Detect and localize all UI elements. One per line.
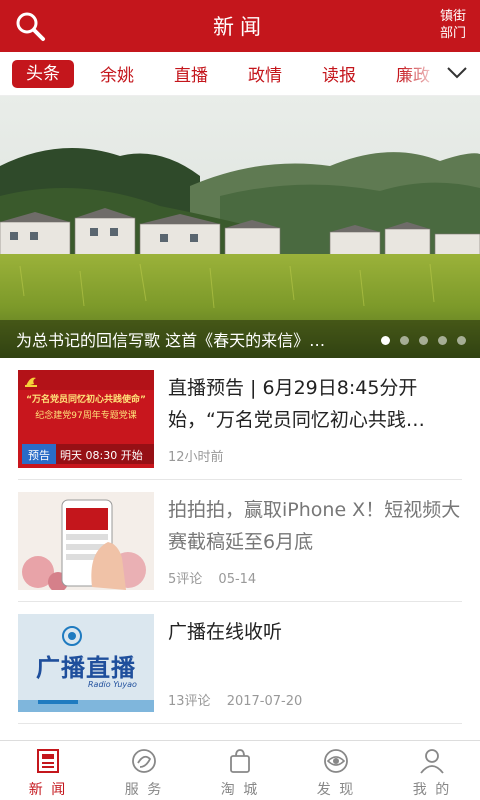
news-date: 2017-07-20: [226, 694, 303, 709]
news-info: 直播预告 | 6月29日8:45分开始，“万名党员同忆初心共践…: [168, 372, 462, 436]
tab-newspaper[interactable]: 读报: [302, 61, 376, 86]
tabbar-shop[interactable]: 淘 城: [192, 741, 288, 800]
tab-politics[interactable]: 政情: [228, 61, 302, 86]
news-time: 12小时前: [168, 450, 224, 465]
tabbar-service[interactable]: 服 务: [96, 741, 192, 800]
tabbar-label: 新 闻: [28, 782, 68, 798]
news-info: 拍拍拍，赢取iPhone X！短视频大赛截稿延至6月底: [168, 494, 462, 558]
carousel-dot[interactable]: [381, 336, 390, 345]
comment-count: 5评论: [168, 572, 203, 587]
news-item-live-preview[interactable]: “万名党员同忆初心共践使命” 纪念建党97周年专题党课 预告 明天 08:30 …: [18, 358, 462, 480]
carousel-indicator: [381, 336, 466, 345]
tab-yuyao[interactable]: 余姚: [80, 61, 154, 86]
newspaper-icon: [37, 749, 59, 773]
news-thumbnail: [18, 492, 154, 590]
news-meta: 12小时前: [168, 446, 236, 465]
tabbar-me[interactable]: 我 的: [384, 741, 480, 800]
news-item-video-contest[interactable]: 拍拍拍，赢取iPhone X！短视频大赛截稿延至6月底 5评论 05-14: [18, 480, 462, 602]
banner-caption: 为总书记的回信写歌 这首《春天的来信》…: [16, 331, 326, 350]
news-headline: 拍拍拍，赢取iPhone X！短视频大赛截稿延至6月底: [168, 499, 461, 553]
carousel-dot[interactable]: [419, 336, 428, 345]
shopping-bag-icon: [230, 749, 250, 773]
thumbnail-subtitle: 纪念建党97周年专题党课: [35, 411, 137, 421]
news-list: “万名党员同忆初心共践使命” 纪念建党97周年专题党课 预告 明天 08:30 …: [0, 358, 480, 724]
carousel-dot[interactable]: [400, 336, 409, 345]
tab-fade: [400, 52, 440, 95]
banner-carousel[interactable]: 为总书记的回信写歌 这首《春天的来信》…: [0, 96, 480, 358]
radio-logo-sub: Radio Yuyao: [88, 680, 137, 689]
user-icon: [420, 749, 444, 774]
start-time: 明天 08:30 开始: [60, 449, 143, 462]
service-icon: [132, 749, 156, 773]
comment-count: 13评论: [168, 694, 211, 709]
news-thumbnail: 广播直播 Radio Yuyao: [18, 614, 154, 712]
discover-eye-icon: [324, 749, 348, 773]
preview-badge: 预告: [28, 449, 50, 462]
tab-headlines[interactable]: 头条: [12, 59, 74, 88]
news-headline: 广播在线收听: [168, 621, 283, 643]
news-headline: 直播预告 | 6月29日8:45分开始，“万名党员同忆初心共践…: [168, 377, 425, 431]
thumbnail-title: “万名党员同忆初心共践使命”: [26, 395, 146, 405]
town-department-button[interactable]: 镇街部门: [436, 8, 470, 42]
top-bar: 新闻 镇街部门: [0, 0, 480, 52]
news-meta: 5评论 05-14: [168, 568, 268, 587]
banner-image: [0, 96, 480, 358]
news-meta: 13评论 2017-07-20: [168, 690, 314, 709]
tabbar-discover[interactable]: 发 现: [288, 741, 384, 800]
chevron-down-icon[interactable]: [446, 64, 468, 82]
news-app: 新闻 镇街部门 头条 余姚 直播 政情 读报 廉政: [0, 0, 480, 800]
search-icon[interactable]: [14, 10, 48, 42]
bottom-tab-bar: 新 闻 服 务 淘 城 发 现 我 的: [0, 740, 480, 800]
channel-tabs: 头条 余姚 直播 政情 读报 廉政: [0, 52, 480, 96]
page-title: 新闻: [213, 15, 267, 39]
radio-logo-text: 广播直播: [36, 654, 136, 682]
tabbar-label: 发 现: [316, 782, 356, 798]
news-item-radio-live[interactable]: 广播直播 Radio Yuyao 广播在线收听 13评论 2017-07-20: [18, 602, 462, 724]
tab-live[interactable]: 直播: [154, 61, 228, 86]
carousel-dot[interactable]: [457, 336, 466, 345]
news-date: 05-14: [218, 572, 257, 587]
news-thumbnail: “万名党员同忆初心共践使命” 纪念建党97周年专题党课 预告 明天 08:30 …: [18, 370, 154, 468]
tabbar-label: 我 的: [412, 782, 452, 798]
news-info: 广播在线收听: [168, 616, 462, 648]
tabbar-label: 服 务: [124, 782, 164, 798]
tabbar-news[interactable]: 新 闻: [0, 741, 96, 800]
carousel-dot[interactable]: [438, 336, 447, 345]
tabbar-label: 淘 城: [220, 782, 260, 798]
